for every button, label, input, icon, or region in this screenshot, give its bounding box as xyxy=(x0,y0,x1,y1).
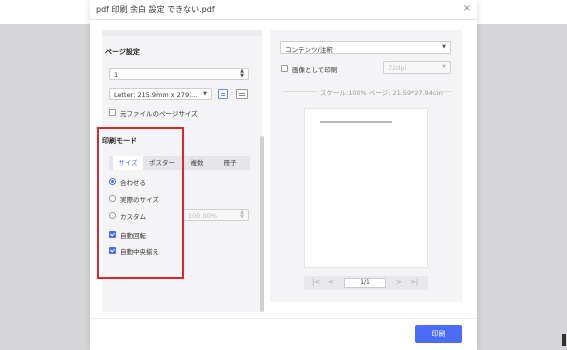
mouse-cursor-icon xyxy=(562,334,566,346)
spinner-icon[interactable]: ▲ ▼ xyxy=(240,210,244,220)
divider-left xyxy=(283,91,317,92)
dpi-select[interactable]: 72dpi ▼ xyxy=(383,61,451,74)
custom-scale-input[interactable]: 100.00% ▲ ▼ xyxy=(183,209,249,221)
portrait-icon[interactable] xyxy=(218,89,228,99)
highlight-box xyxy=(97,127,184,279)
next-page-icon[interactable]: > xyxy=(396,278,402,286)
first-page-icon[interactable]: |< xyxy=(312,278,320,286)
dialog-titlebar: pdf 印刷 余白 設定 できない.pdf × xyxy=(90,0,477,20)
original-page-size-checkbox[interactable] xyxy=(109,109,116,116)
tab-multiple[interactable]: 複数 xyxy=(181,156,213,170)
dialog-title: pdf 印刷 余白 設定 できない.pdf xyxy=(96,5,215,14)
page-number-input[interactable]: 1/1 xyxy=(344,278,386,288)
page-preview xyxy=(304,108,428,268)
settings-scrollbar[interactable] xyxy=(260,136,264,312)
footer-divider xyxy=(90,318,477,319)
spinner-icon[interactable]: ▲ ▼ xyxy=(240,69,244,79)
chevron-down-icon: ▼ xyxy=(442,64,446,70)
paper-size-select[interactable]: Letter: 215.9mm x 279.... ▼ xyxy=(109,88,212,100)
print-as-image-label: 画像として印刷 xyxy=(292,66,338,74)
close-icon[interactable]: × xyxy=(463,3,471,14)
content-select-value: コンテンツ/注釈 xyxy=(285,46,333,54)
last-page-icon[interactable]: >| xyxy=(410,278,418,286)
landscape-icon[interactable] xyxy=(236,89,248,99)
custom-scale-value: 100.00% xyxy=(188,212,217,220)
panel-top-strip xyxy=(102,30,262,36)
tab-booklet[interactable]: 冊子 xyxy=(213,156,247,170)
original-page-size-label: 元ファイルのページサイズ xyxy=(120,110,198,118)
page-settings-title: ページ設定 xyxy=(105,48,140,56)
chevron-down-icon: ▼ xyxy=(442,44,446,50)
copies-value: 1 xyxy=(114,71,119,79)
scale-info: スケール:100% ページ: 21.59*27.94cm xyxy=(320,89,443,97)
print-as-image-checkbox[interactable] xyxy=(281,65,288,72)
paper-size-value: Letter: 215.9mm x 279.... xyxy=(114,91,198,99)
divider-right xyxy=(434,91,452,92)
copies-stepper[interactable]: 1 ▲ ▼ xyxy=(109,68,249,80)
page-navigator: |< < 1/1 > >| xyxy=(304,276,428,290)
preview-text-line xyxy=(320,121,392,123)
dpi-value: 72dpi xyxy=(388,64,407,72)
prev-page-icon[interactable]: < xyxy=(328,278,334,286)
print-button[interactable]: 印刷 xyxy=(415,325,462,343)
chevron-down-icon: ▼ xyxy=(203,91,207,97)
content-select[interactable]: コンテンツ/注釈 ▼ xyxy=(280,41,451,54)
